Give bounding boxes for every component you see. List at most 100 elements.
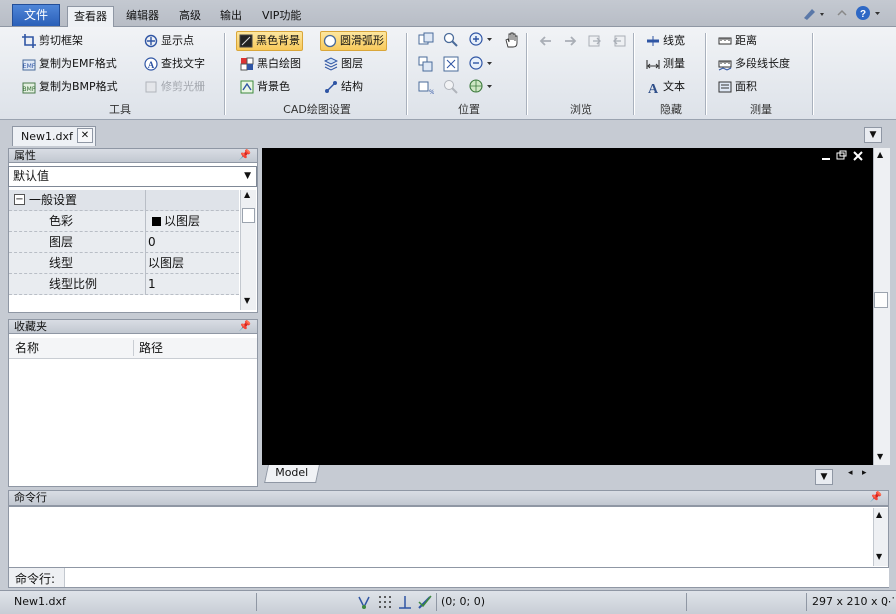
help-icon[interactable]: ? (855, 5, 883, 22)
zoom-prev-icon[interactable] (418, 56, 434, 72)
arrow-up-icon[interactable] (836, 7, 848, 19)
status-coordinates: (0; 0; 0) (441, 595, 485, 608)
chevron-down-icon[interactable]: ▼ (815, 469, 833, 485)
command-scrollbar[interactable]: ▲ ▼ (873, 508, 888, 566)
pin-icon[interactable]: 📌 (239, 149, 251, 162)
horizontal-scroll-arrows[interactable]: ◂ ▸ (846, 466, 876, 482)
scroll-down-icon[interactable]: ▼ (244, 296, 250, 305)
zoom-in-icon[interactable] (469, 32, 495, 48)
browse-next-icon (588, 34, 602, 48)
close-icon[interactable]: ✕ (77, 128, 93, 143)
pin-icon[interactable]: 📌 (870, 491, 882, 504)
column-divider (145, 190, 146, 295)
drawing-canvas[interactable] (262, 148, 874, 465)
divider (224, 33, 225, 115)
command-input[interactable] (64, 568, 889, 587)
find-text-icon: A (144, 57, 158, 71)
zoom-icon[interactable] (443, 32, 459, 48)
divider (812, 33, 813, 115)
find-text-button[interactable]: A 查找文字 (142, 54, 207, 74)
property-row[interactable]: 色彩 以图层 (9, 211, 239, 232)
scroll-down-icon[interactable]: ▼ (877, 452, 883, 461)
background-color-button[interactable]: 背景色 (238, 77, 292, 97)
background-color-icon (240, 80, 254, 94)
command-header: 命令行 📌 (8, 490, 889, 506)
osnap-icon[interactable] (417, 594, 433, 610)
tab-editor[interactable]: 编辑器 (120, 6, 165, 27)
area-button[interactable]: 面积 (716, 77, 759, 97)
status-bar: New1.dxf (0; 0; 0) 297 x 210 x 0 ⋰ (0, 590, 896, 614)
scroll-up-icon[interactable]: ▲ (876, 510, 882, 519)
tab-vip[interactable]: VIP功能 (256, 6, 307, 27)
zoom-scale-icon[interactable]: % (418, 79, 435, 96)
file-menu-button[interactable]: 文件 (12, 4, 60, 26)
zoom-out-icon[interactable] (469, 56, 495, 72)
scroll-down-icon[interactable]: ▼ (876, 552, 882, 561)
collapse-icon[interactable]: − (14, 194, 25, 205)
chevron-down-icon: ▼ (244, 171, 251, 181)
black-background-button[interactable]: 黑色背景 (236, 31, 303, 51)
divider (806, 593, 807, 611)
browse-last-icon (612, 34, 626, 48)
property-row[interactable]: 线型 以图层 (9, 253, 239, 274)
copy-emf-button[interactable]: EMF 复制为EMF格式 (20, 54, 119, 74)
model-tab[interactable]: Model (264, 465, 320, 483)
scroll-thumb[interactable] (242, 208, 255, 223)
window-controls (820, 150, 868, 162)
text-button[interactable]: A 文本 (644, 77, 687, 97)
group-label-cad: CAD绘图设置 (283, 103, 351, 116)
zoom-window-icon[interactable] (418, 32, 434, 48)
svg-text:BMP: BMP (23, 86, 36, 93)
chevron-down-icon[interactable]: ▼ (864, 127, 882, 143)
scroll-up-icon[interactable]: ▲ (244, 190, 250, 199)
resize-grip-icon[interactable]: ⋰ (884, 591, 895, 612)
distance-button[interactable]: 距离 (716, 31, 759, 51)
text-icon: A (646, 80, 660, 97)
column-name[interactable]: 名称 (15, 338, 39, 358)
copy-bmp-button[interactable]: BMP 复制为BMP格式 (20, 77, 120, 97)
properties-dropdown[interactable]: 默认值 ▼ (8, 166, 257, 187)
property-row[interactable]: 线型比例 1 (9, 274, 239, 295)
snap-icon[interactable] (356, 594, 372, 610)
black-background-icon (239, 34, 253, 48)
document-tab-bar (0, 120, 896, 148)
scroll-up-icon[interactable]: ▲ (877, 150, 883, 159)
divider (256, 593, 257, 611)
svg-text:A: A (148, 60, 155, 70)
tab-viewer[interactable]: 查看器 (67, 6, 114, 27)
ortho-icon[interactable] (397, 594, 413, 610)
polyline-length-button[interactable]: 多段线长度 (716, 54, 792, 74)
cut-frame-button[interactable]: 剪切框架 (20, 31, 85, 51)
pin-icon[interactable]: 📌 (239, 320, 251, 333)
structure-button[interactable]: 结构 (322, 77, 365, 97)
bw-drawing-button[interactable]: 黑白绘图 (238, 54, 303, 74)
layers-button[interactable]: 图层 (322, 54, 365, 74)
line-width-button[interactable]: 线宽 (644, 31, 687, 51)
show-points-button[interactable]: 显示点 (142, 31, 196, 51)
column-path[interactable]: 路径 (139, 338, 163, 358)
tab-advanced[interactable]: 高级 (173, 6, 207, 27)
smooth-arc-button[interactable]: 圆滑弧形 (320, 31, 387, 51)
divider (406, 33, 407, 115)
grid-icon[interactable] (377, 594, 393, 610)
style-dropdown-icon[interactable] (802, 6, 826, 22)
line-width-icon (646, 34, 660, 48)
dimension-button[interactable]: 测量 (644, 54, 687, 74)
status-drawing-size: 297 x 210 x 0 (812, 595, 888, 608)
property-row[interactable]: 图层 0 (9, 232, 239, 253)
color-swatch (152, 217, 161, 226)
scroll-right-icon[interactable]: ▸ (862, 468, 867, 478)
pan-hand-icon[interactable] (503, 31, 521, 49)
crop-icon (22, 34, 36, 48)
zoom-extents-icon[interactable] (443, 56, 459, 72)
property-group-row[interactable]: − 一般设置 (9, 190, 239, 211)
svg-text:%: % (429, 89, 434, 95)
area-icon (718, 80, 732, 94)
properties-scrollbar[interactable]: ▲ ▼ (240, 190, 256, 310)
scroll-thumb[interactable] (874, 292, 888, 308)
tab-output[interactable]: 输出 (214, 6, 248, 27)
globe-zoom-icon[interactable] (469, 79, 495, 95)
scroll-left-icon[interactable]: ◂ (848, 468, 853, 478)
divider (686, 593, 687, 611)
trim-raster-button[interactable]: 修剪光栅 (142, 77, 207, 97)
